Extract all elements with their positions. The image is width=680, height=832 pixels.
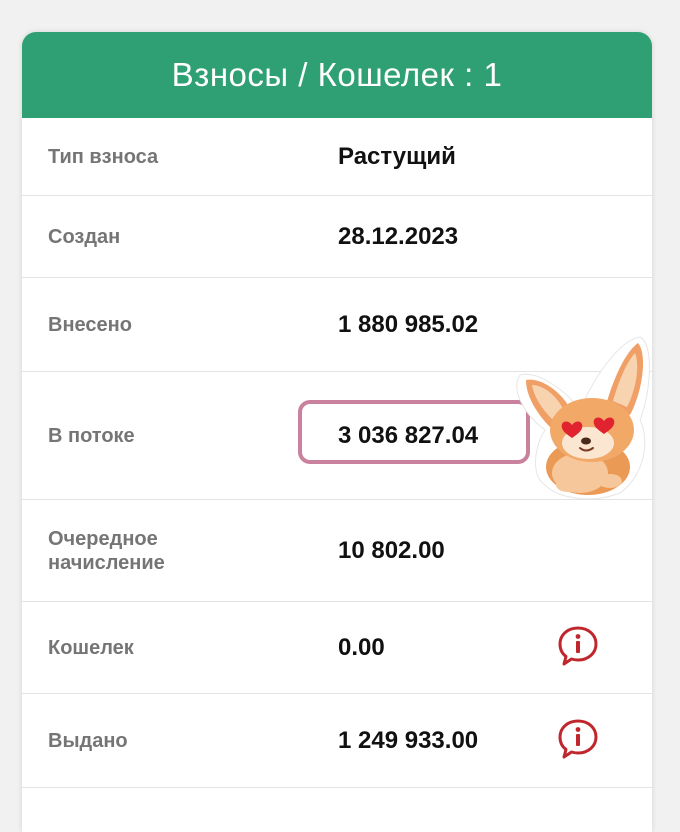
row-value: 10 802.00 xyxy=(338,536,445,564)
row-value: Растущий xyxy=(338,142,456,170)
card-header: Взносы / Кошелек : 1 xyxy=(22,32,652,118)
row-label: Тип взноса xyxy=(48,145,159,168)
row-value: 1 880 985.02 xyxy=(338,310,479,338)
row-created: Создан 28.12.2023 xyxy=(22,196,652,278)
row-value: 1 249 933.00 xyxy=(338,726,479,754)
value-highlight-frame xyxy=(298,400,530,464)
row-label: Создан xyxy=(48,225,121,248)
wallet-info-icon[interactable] xyxy=(556,624,600,668)
row-value: 28.12.2023 xyxy=(338,222,459,250)
row-label: Внесено xyxy=(48,313,132,336)
row-label: В потоке xyxy=(48,424,135,447)
row-value: 0.00 xyxy=(338,633,385,661)
row-next-accrual: Очередное начисление 10 802.00 xyxy=(22,500,652,602)
row-label: Кошелек xyxy=(48,636,134,659)
row-label: Очередное начисление xyxy=(48,527,165,574)
fox-sticker-icon xyxy=(510,335,660,500)
card-title: Взносы / Кошелек : 1 xyxy=(171,56,503,93)
issued-info-icon[interactable] xyxy=(556,717,600,761)
row-contribution-type: Тип взноса Растущий xyxy=(22,118,652,196)
row-label: Выдано xyxy=(48,729,128,752)
